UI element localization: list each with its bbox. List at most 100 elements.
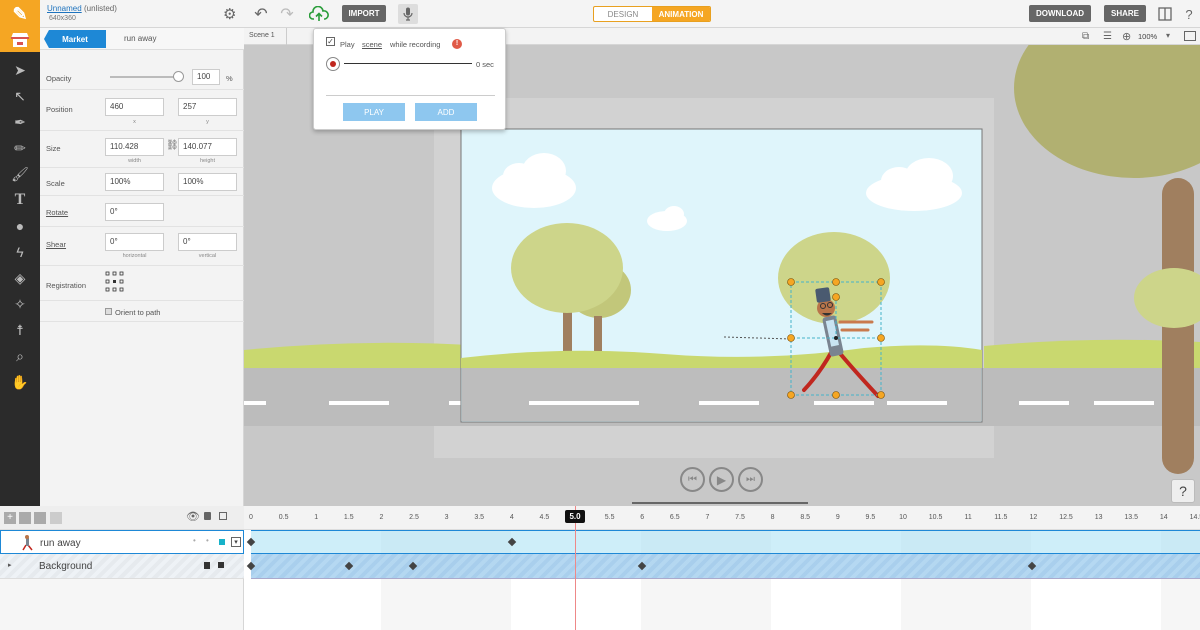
project-name-link[interactable]: Unnamed (47, 4, 82, 13)
download-button[interactable]: DOWNLOAD (1029, 5, 1091, 22)
distribute-icon[interactable]: ☰ (1103, 31, 1112, 42)
skip-forward-icon[interactable]: ⏭ (738, 467, 763, 492)
opacity-slider-handle[interactable] (173, 71, 184, 82)
timeline-layers-panel: + 👁 run away • • ▾ ▸ Background (0, 506, 244, 630)
orient-checkbox[interactable] (105, 308, 112, 315)
pencil-icon[interactable]: ✏ (0, 136, 40, 160)
mode-design-tab[interactable]: DESIGN (594, 7, 652, 21)
playhead-marker[interactable]: 5.0 (565, 510, 585, 523)
shear-h-input[interactable]: 0° (105, 233, 164, 251)
ruler-tick-label: 0 (249, 514, 253, 521)
bolt-icon[interactable]: ϟ (0, 240, 40, 264)
book-icon[interactable] (1156, 4, 1174, 24)
track-run-away[interactable] (251, 530, 1200, 554)
mode-animation-tab[interactable]: ANIMATION (652, 7, 710, 21)
lock-icon[interactable] (204, 512, 211, 520)
warning-icon[interactable]: ! (452, 39, 462, 49)
share-button[interactable]: SHARE (1104, 5, 1146, 22)
market-icon[interactable] (0, 28, 40, 52)
layer-menu-chevron-icon[interactable]: ▾ (231, 537, 241, 547)
shear-v-input[interactable]: 0° (178, 233, 237, 251)
play-icon[interactable]: ▶ (709, 467, 734, 492)
import-button[interactable]: IMPORT (342, 5, 386, 22)
select-arrow-icon[interactable]: ➤ (0, 58, 40, 82)
play-scene-checkbox[interactable]: ✓ (326, 37, 335, 46)
scene-link[interactable]: scene (362, 40, 382, 49)
opacity-slider-track[interactable] (110, 76, 178, 78)
layer-locked-icon[interactable] (204, 562, 210, 569)
record-button[interactable] (326, 57, 340, 71)
zoom-in-icon[interactable]: ⊕ (1122, 30, 1131, 43)
layer-options-icon[interactable] (50, 512, 62, 524)
while-recording-label: while recording (390, 40, 441, 49)
rotate-input[interactable]: 0° (105, 203, 164, 221)
delete-layer-icon[interactable] (34, 512, 46, 524)
time-ruler[interactable]: 0 0.5 1 1.5 2 2.5 3 3.5 4 4.5 5.5 6 6.5 7 7.5 8 8.5 9 9.5 1… (244, 506, 1200, 530)
layer-color-swatch[interactable] (219, 539, 225, 545)
layer-lock-dot[interactable]: • (206, 536, 209, 545)
help-circle-icon[interactable]: ? (1171, 479, 1195, 503)
fullscreen-icon[interactable] (1184, 31, 1196, 41)
skip-back-icon[interactable]: ⏮ (680, 467, 705, 492)
tab-market[interactable]: Market (44, 30, 106, 48)
popup-divider (326, 95, 495, 96)
subselect-arrow-icon[interactable]: ↖ (0, 84, 40, 108)
ruler-tick-label: 7 (705, 514, 710, 521)
popup-play-button[interactable]: PLAY (343, 103, 405, 121)
scene-breadcrumb[interactable]: Scene 1 (249, 32, 275, 39)
position-y-input[interactable]: 257 (178, 98, 237, 116)
popup-add-button[interactable]: ADD (415, 103, 477, 121)
paint-bucket-icon[interactable]: ◈ (0, 266, 40, 290)
add-layer-icon[interactable]: + (4, 512, 16, 524)
ruler-tick-label: 11 (964, 514, 972, 521)
pen-tool-icon[interactable]: ✒ (0, 110, 40, 134)
undo-icon[interactable]: ↶ (250, 4, 272, 24)
position-x-input[interactable]: 460 (105, 98, 164, 116)
upload-cloud-icon[interactable] (308, 4, 330, 24)
align-icon[interactable]: ⧉ (1082, 31, 1089, 42)
redo-icon[interactable]: ↷ (276, 4, 298, 24)
size-width-input[interactable]: 110.428 (105, 138, 164, 156)
layer-name[interactable]: run away (40, 538, 81, 549)
app-logo-icon[interactable]: ✎ (0, 0, 40, 28)
opacity-input[interactable]: 100 (192, 69, 220, 85)
track-background[interactable] (251, 554, 1200, 579)
chevron-down-icon[interactable]: ▾ (1166, 31, 1170, 40)
zoom-level[interactable]: 100% (1138, 32, 1157, 41)
size-height-input[interactable]: 140.077 (178, 138, 237, 156)
brush-icon[interactable]: 🖌 (0, 162, 40, 186)
hand-icon[interactable]: ✋ (0, 370, 40, 394)
properties-panel: Market run away Opacity 100 % Position 4… (40, 28, 244, 506)
ruler-tick-label: 10 (899, 514, 907, 521)
shape-circle-icon[interactable]: ● (0, 214, 40, 238)
scroll-indicator[interactable] (632, 502, 808, 504)
settings-gear-icon[interactable]: ⚙ (223, 5, 236, 23)
tab-run-away[interactable]: run away (124, 34, 156, 43)
visibility-eye-icon[interactable]: 👁 (186, 510, 200, 523)
link-chain-icon[interactable]: ⛓ (166, 140, 179, 151)
layer-visibility-dot[interactable]: • (193, 536, 196, 545)
ruler-tick-label: 7.5 (735, 514, 745, 521)
text-tool-icon[interactable]: T (0, 188, 40, 212)
help-icon[interactable]: ? (1180, 4, 1198, 24)
layer-row-background[interactable]: ▸ Background (0, 554, 244, 579)
position-row: Position 460 x 257 y (40, 91, 244, 131)
layer-row-run-away[interactable]: run away • • ▾ (0, 530, 244, 554)
expand-arrow-icon[interactable]: ▸ (8, 561, 12, 569)
registration-grid-icon[interactable] (105, 271, 129, 295)
rotate-label[interactable]: Rotate (46, 208, 68, 217)
layer-color-swatch[interactable] (218, 562, 224, 568)
height-caption: height (200, 158, 215, 164)
bone-figure-icon[interactable]: ☨ (0, 318, 40, 342)
zoom-icon[interactable]: ⌕ (0, 344, 40, 368)
eraser-icon[interactable]: ✧ (0, 292, 40, 316)
layer-name[interactable]: Background (39, 561, 92, 572)
shear-label[interactable]: Shear (46, 240, 66, 249)
duplicate-layer-icon[interactable] (19, 512, 31, 524)
size-row: Size 110.428 width ⛓ 140.077 height (40, 132, 244, 168)
outline-icon[interactable] (219, 512, 227, 520)
play-label: Play (340, 40, 355, 49)
microphone-icon[interactable] (398, 4, 418, 24)
scale-x-input[interactable]: 100% (105, 173, 164, 191)
scale-y-input[interactable]: 100% (178, 173, 237, 191)
